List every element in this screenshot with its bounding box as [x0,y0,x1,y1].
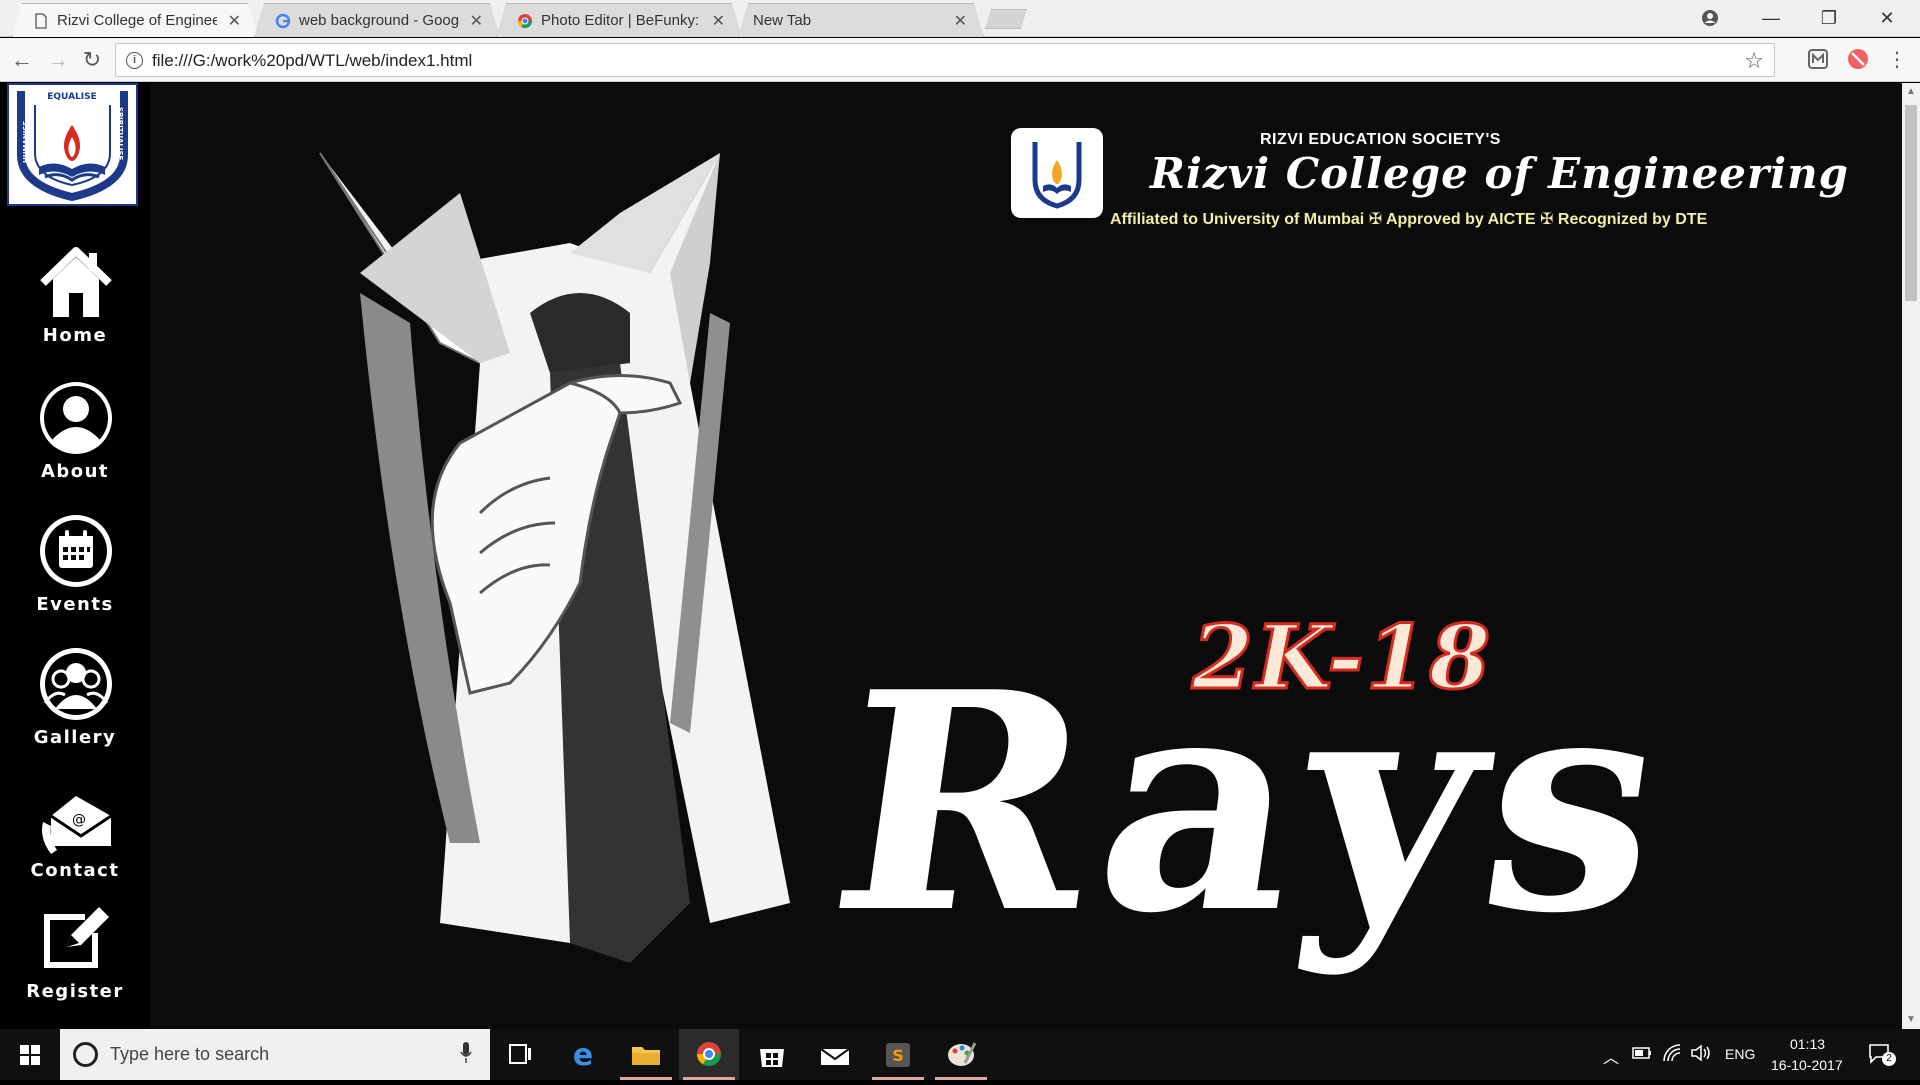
tab-web-background[interactable]: web background - Goog ✕ [254,3,500,37]
search-placeholder: Type here to search [110,1044,270,1064]
tab-title: New Tab [753,12,812,29]
notification-count: 2 [1882,1052,1896,1066]
battery-icon[interactable] [1632,1046,1652,1060]
sidebar-item-label: Register [26,981,124,1002]
svg-text:e: e [573,1038,593,1073]
scroll-up-icon[interactable]: ▲ [1902,83,1920,101]
tab-new-tab[interactable]: New Tab ✕ [738,3,984,37]
close-icon[interactable]: ✕ [954,11,967,31]
blocker-extension-icon[interactable] [1846,47,1870,71]
close-icon[interactable]: ✕ [228,11,241,31]
minimize-button[interactable]: — [1748,4,1794,32]
paint-icon[interactable] [931,1029,991,1080]
college-emblem-icon [1032,142,1082,209]
url-text[interactable]: file:///G:/work%20pd/WTL/web/index1.html [152,51,472,71]
event-title: Rays [815,626,1691,979]
reload-button[interactable]: ↻ [78,46,106,74]
sublime-text-icon[interactable]: S [868,1029,928,1080]
extension-icon[interactable] [1806,47,1830,71]
group-icon [40,648,112,720]
college-logo[interactable]: EQUALISE HUMANISE SPIRITUALISE [7,83,138,206]
contact-mail-icon: @ [42,796,112,854]
page-icon [33,13,49,29]
profile-icon[interactable] [1687,4,1733,32]
tab-photo-editor[interactable]: Photo Editor | BeFunky: F ✕ [496,3,742,37]
task-view-icon[interactable] [490,1029,550,1080]
clock-time[interactable]: 01:13 [1790,1036,1825,1052]
tab-title: Rizvi College of Engineer [57,12,217,29]
logo-word-humanise: HUMANISE [22,121,30,163]
hero-banner: RIZVI EDUCATION SOCIETY'S Rizvi College … [150,83,1902,1029]
volume-icon[interactable] [1690,1043,1712,1063]
sidebar-item-label: Contact [30,860,120,881]
tab-title: Photo Editor | BeFunky: F [541,12,701,29]
scroll-down-icon[interactable]: ▼ [1902,1011,1920,1029]
address-bar[interactable]: i file:///G:/work%20pd/WTL/web/index1.ht… [115,43,1775,77]
sidebar-item-label: Gallery [33,727,117,748]
logo-word-spiritualise: SPIRITUALISE [116,107,124,161]
close-icon[interactable]: ✕ [470,11,483,31]
browser-toolbar: ← → ↻ i file:///G:/work%20pd/WTL/web/ind… [0,38,1920,82]
college-logo-small[interactable] [1011,128,1103,218]
menu-dots-icon[interactable]: ⋮ [1883,46,1911,74]
page-scrollbar[interactable]: ▲ ▼ [1902,83,1920,1029]
action-center-button[interactable]: 2 [1868,1042,1896,1066]
info-icon[interactable]: i [126,52,143,69]
bookmark-star-icon[interactable]: ☆ [1744,48,1764,74]
edge-browser-icon[interactable]: e [553,1029,613,1080]
page-viewport: EQUALISE HUMANISE SPIRITUALISE Home Abou… [0,83,1902,1029]
browser-tab-bar: Rizvi College of Engineer ✕ web backgrou… [0,0,1920,37]
sidebar-item-contact[interactable]: @ Contact [0,778,150,898]
chrome-icon [517,13,533,29]
user-icon [40,382,112,454]
windows-start-icon[interactable] [0,1029,60,1080]
store-icon[interactable] [742,1029,802,1080]
wifi-icon[interactable] [1662,1043,1682,1063]
svg-text:S: S [892,1046,904,1065]
sidebar-item-register[interactable]: Register [0,899,150,1019]
college-emblem-icon: EQUALISE HUMANISE SPIRITUALISE [17,91,128,202]
new-tab-button[interactable] [985,9,1027,29]
sidebar-item-about[interactable]: About [0,379,150,499]
scroll-thumb[interactable] [1905,105,1917,301]
tray-chevron-icon[interactable]: ︿ [1603,1044,1619,1068]
language-indicator[interactable]: ENG [1725,1046,1755,1062]
sidebar-item-label: Events [36,594,114,615]
college-name: Rizvi College of Engineering [1150,149,1850,198]
svg-text:@: @ [72,812,86,828]
taskbar-search-box[interactable]: Type here to search [60,1029,490,1080]
clock-date[interactable]: 16-10-2017 [1771,1057,1843,1073]
close-window-button[interactable]: ✕ [1864,4,1910,32]
restore-button[interactable]: ❐ [1806,4,1852,32]
college-affiliation: Affiliated to University of Mumbai ✠ App… [1110,211,1708,228]
windows-taskbar: Type here to search e S ︿ ENG 01:13 16-1… [0,1029,1920,1080]
close-icon[interactable]: ✕ [712,11,725,31]
home-icon [40,247,112,317]
chrome-taskbar-icon[interactable] [679,1029,739,1080]
sidebar-item-home[interactable]: Home [0,243,150,363]
forward-button[interactable]: → [44,46,72,74]
logo-word-equalise: EQUALISE [47,92,97,102]
file-explorer-icon[interactable] [616,1029,676,1080]
mail-icon[interactable] [805,1029,865,1080]
sidebar-nav: EQUALISE HUMANISE SPIRITUALISE Home Abou… [0,83,150,1029]
college-society-text: RIZVI EDUCATION SOCIETY'S [1260,131,1501,148]
back-button[interactable]: ← [8,46,36,74]
microphone-icon[interactable] [460,1042,472,1064]
cortana-icon [73,1042,98,1067]
calendar-icon [40,515,112,587]
google-icon [275,13,291,29]
sidebar-item-label: Home [42,325,108,346]
tab-rizvi-college[interactable]: Rizvi College of Engineer ✕ [12,3,258,37]
tab-title: web background - Goog [299,12,459,29]
edit-icon [44,907,109,968]
sidebar-item-label: About [40,461,110,482]
sidebar-item-gallery[interactable]: Gallery [0,645,150,765]
sidebar-item-events[interactable]: Events [0,512,150,632]
